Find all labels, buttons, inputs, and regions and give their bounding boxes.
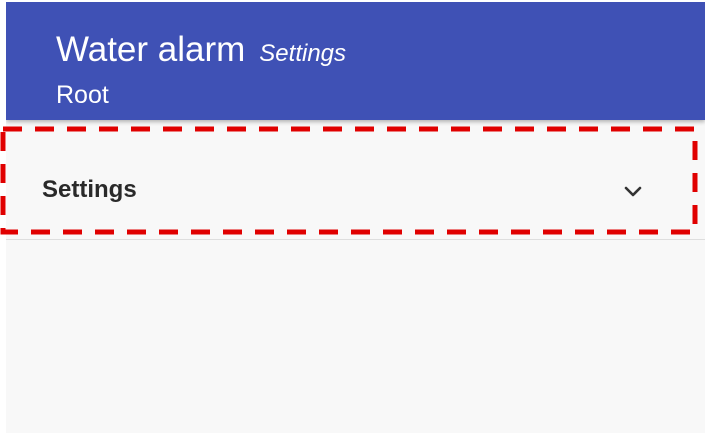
app-title: Water alarm xyxy=(56,30,246,69)
page-subtitle: Settings xyxy=(259,40,347,67)
settings-expandable-row[interactable]: Settings xyxy=(6,126,705,240)
app-screen: Water alarm Settings Root Settings xyxy=(6,2,705,433)
settings-row-label: Settings xyxy=(42,176,137,203)
app-bar: Water alarm Settings Root xyxy=(6,2,705,120)
chevron-down-icon[interactable] xyxy=(622,184,644,200)
breadcrumb: Root xyxy=(56,81,109,109)
title-row: Water alarm Settings xyxy=(56,30,346,70)
